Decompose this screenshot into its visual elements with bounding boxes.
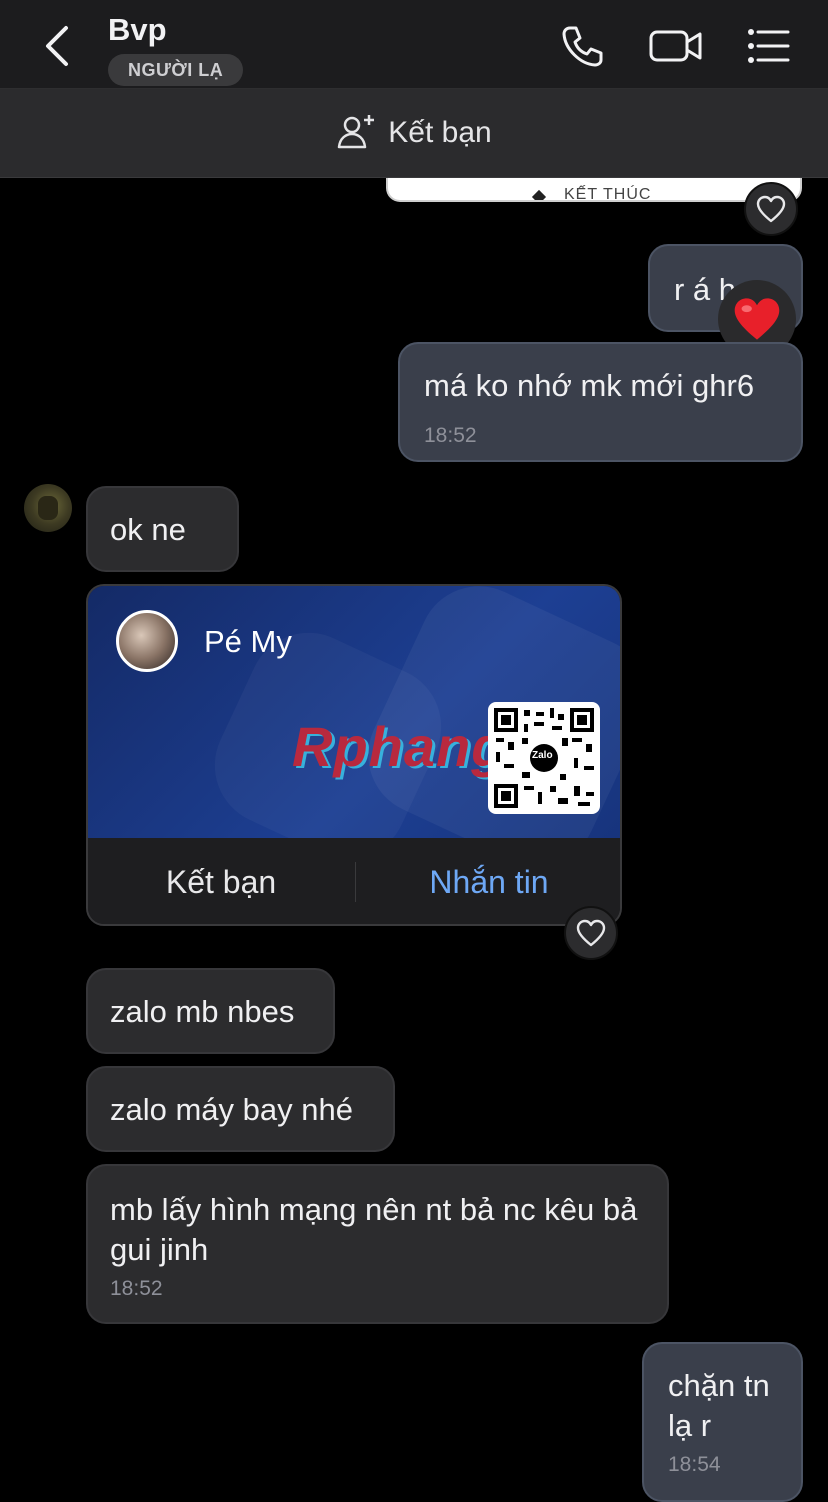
chat-header: Bvp NGƯỜI LẠ (0, 0, 828, 89)
card-name: Pé My (204, 624, 292, 659)
message-text: mb lấy hình mạng nên nt bả nc kêu bả gui… (110, 1192, 638, 1267)
message-text: ok ne (110, 512, 186, 547)
add-person-icon (336, 111, 376, 156)
message-text: chặn tn lạ r (668, 1368, 770, 1443)
message-bubble-incoming[interactable]: mb lấy hình mạng nên nt bả nc kêu bả gui… (86, 1164, 669, 1324)
image-caption: KẾT THÚC (564, 186, 652, 202)
message-bubble-outgoing[interactable]: chặn tn lạ r 18:54 (642, 1342, 803, 1502)
message-bubble-incoming[interactable]: zalo máy bay nhé (86, 1066, 395, 1152)
heart-outline-icon[interactable] (744, 182, 798, 236)
card-add-friend-button[interactable]: Kết bạn (88, 838, 354, 924)
add-friend-label: Kết bạn (388, 116, 492, 149)
message-text: zalo mb nbes (110, 994, 295, 1029)
card-actions: Kết bạn Nhắn tin (88, 838, 620, 924)
image-message[interactable]: KẾT THÚC (386, 178, 802, 202)
menu-list-icon[interactable] (744, 22, 792, 70)
card-avatar (116, 610, 178, 672)
back-icon[interactable] (38, 24, 78, 68)
message-bubble-incoming[interactable]: zalo mb nbes (86, 968, 335, 1054)
card-banner: Pé My Rphang Zalo (88, 586, 620, 886)
contact-card[interactable]: Pé My Rphang Zalo Kết bạn Nhắn tin (86, 584, 622, 926)
qr-zalo-label: Zalo (532, 750, 553, 761)
message-time: 18:54 (668, 1453, 721, 1476)
qr-code[interactable]: Zalo (488, 702, 600, 814)
phone-icon[interactable] (558, 22, 606, 70)
message-bubble-outgoing[interactable]: má ko nhớ mk mới ghr6 18:52 (398, 342, 803, 462)
diamond-icon (531, 189, 547, 200)
message-bubble-incoming[interactable]: ok ne (86, 486, 239, 572)
contact-avatar[interactable] (24, 484, 72, 532)
add-friend-bar[interactable]: Kết bạn (0, 89, 828, 178)
video-call-icon[interactable] (648, 22, 704, 70)
stranger-badge: NGƯỜI LẠ (108, 54, 244, 86)
contact-name[interactable]: Bvp (108, 12, 167, 48)
watermark-text: Rphang (292, 715, 507, 778)
heart-outline-icon[interactable] (564, 906, 618, 960)
message-time: 18:52 (424, 424, 477, 447)
message-text: zalo máy bay nhé (110, 1092, 353, 1127)
message-text: má ko nhớ mk mới ghr6 (424, 368, 755, 403)
message-time: 18:52 (110, 1277, 163, 1300)
